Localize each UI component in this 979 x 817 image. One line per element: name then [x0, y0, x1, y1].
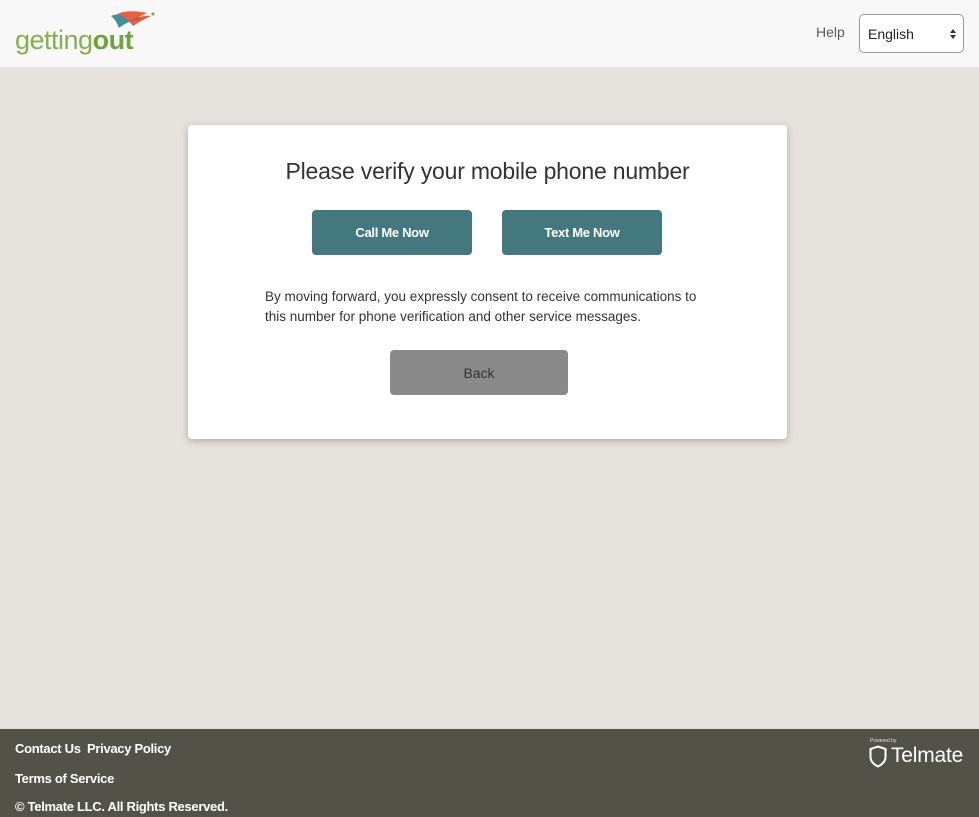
help-link[interactable]: Help	[816, 24, 845, 40]
text-me-now-button[interactable]: Text Me Now	[502, 210, 662, 255]
footer-link-contact-us[interactable]: Contact Us	[15, 741, 81, 756]
site-header: gettingout Help English	[0, 0, 979, 68]
logo-text-getting: getting	[15, 25, 93, 55]
logo-wordmark: gettingout	[15, 25, 134, 55]
page-title: Please verify your mobile phone number	[285, 158, 690, 184]
shield-icon	[869, 745, 887, 768]
verify-phone-card: Please verify your mobile phone number C…	[188, 125, 787, 439]
back-button[interactable]: Back	[390, 350, 568, 395]
language-selected-value: English	[868, 26, 914, 42]
site-footer: Contact Us Privacy Policy Terms of Servi…	[0, 729, 979, 817]
telmate-brand: Powered by Telmate	[868, 738, 968, 772]
footer-link-privacy-policy[interactable]: Privacy Policy	[87, 741, 171, 756]
telmate-wordmark: Telmate	[891, 744, 964, 767]
footer-link-terms-of-service[interactable]: Terms of Service	[15, 771, 114, 786]
copyright-text: © Telmate LLC. All Rights Reserved.	[15, 799, 228, 814]
gettingout-logo[interactable]: gettingout	[15, 8, 155, 58]
select-updown-arrows-icon	[950, 29, 956, 39]
call-me-now-button[interactable]: Call Me Now	[312, 210, 472, 255]
logo-text-out: out	[92, 25, 134, 55]
language-select[interactable]: English	[859, 14, 964, 53]
consent-text: By moving forward, you expressly consent…	[265, 289, 697, 324]
